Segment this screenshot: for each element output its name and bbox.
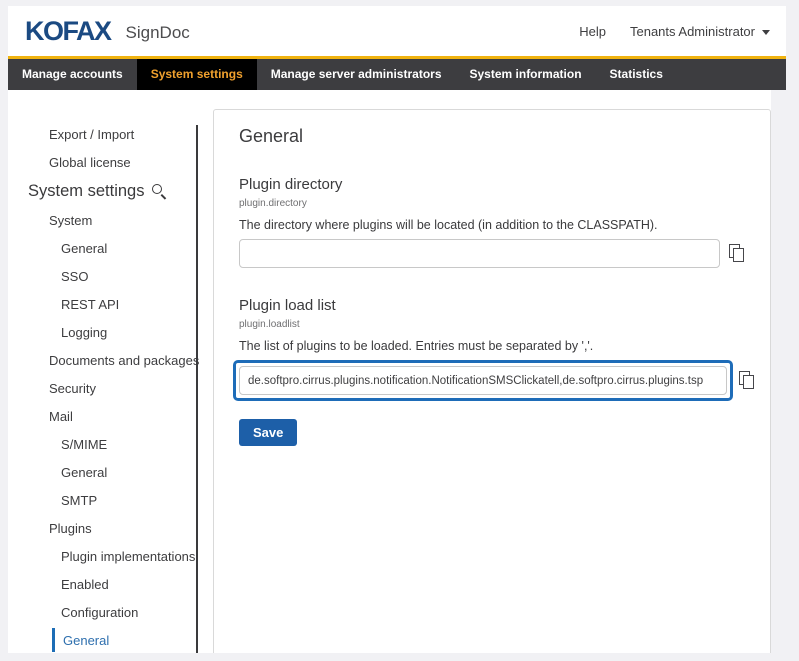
sidebar-item-label: SMTP <box>61 493 97 508</box>
section-plugin-directory: Plugin directory plugin.directory The di… <box>239 176 746 268</box>
plugin-loadlist-input[interactable] <box>239 366 727 395</box>
sidebar-item-plugins[interactable]: Plugins <box>8 514 198 542</box>
sidebar-item-label: General <box>61 241 107 256</box>
nav-item-manage-server-administrators[interactable]: Manage server administrators <box>257 59 456 90</box>
sidebar-item-general[interactable]: General <box>8 234 198 262</box>
sidebar-item-configuration[interactable]: Configuration <box>8 598 198 626</box>
sidebar-item-label: Logging <box>61 325 107 340</box>
sidebar-item-label: System settings <box>28 182 144 201</box>
field-row <box>239 360 746 401</box>
sidebar-item-label: S/MIME <box>61 437 107 452</box>
sidebar-item-export-import[interactable]: Export / Import <box>8 120 198 148</box>
sidebar-item-label: General <box>61 465 107 480</box>
save-button[interactable]: Save <box>239 419 297 446</box>
sidebar-item-label: REST API <box>61 297 119 312</box>
sidebar-item-system[interactable]: System <box>8 206 198 234</box>
sidebar-item-rest-api[interactable]: REST API <box>8 290 198 318</box>
app-header: KOFAX SignDoc Help Tenants Administrator <box>8 6 786 56</box>
section-plugin-load-list: Plugin load list plugin.loadlist The lis… <box>239 297 746 401</box>
sidebar-item-enabled[interactable]: Enabled <box>8 570 198 598</box>
section-heading: Plugin load list <box>239 297 746 314</box>
section-description: The directory where plugins will be loca… <box>239 218 746 232</box>
field-row <box>239 239 746 268</box>
sidebar-item-label: Export / Import <box>49 127 134 142</box>
sidebar-item-mail[interactable]: Mail <box>8 402 198 430</box>
kofax-logo: KOFAX <box>25 6 111 56</box>
page-title: General <box>239 126 746 147</box>
sidebar-item-global-license[interactable]: Global license <box>8 148 198 176</box>
sidebar-item-label: Documents and packages <box>49 353 199 368</box>
sidebar-item-plugin-implementations[interactable]: Plugin implementations <box>8 542 198 570</box>
section-description: The list of plugins to be loaded. Entrie… <box>239 339 746 353</box>
sidebar-item-general[interactable]: General <box>8 458 198 486</box>
sidebar-item-label: General <box>63 633 109 648</box>
sidebar-item-general[interactable]: General <box>8 626 198 653</box>
sidebar-item-label: Configuration <box>61 605 138 620</box>
main-area: General Plugin directory plugin.director… <box>198 90 786 653</box>
sidebar-item-security[interactable]: Security <box>8 374 198 402</box>
user-menu[interactable]: Tenants Administrator <box>630 24 770 39</box>
main-nav: Manage accountsSystem settingsManage ser… <box>8 59 786 90</box>
sidebar-item-documents-and-packages[interactable]: Documents and packages <box>8 346 198 374</box>
sidebar-item-label: Global license <box>49 155 131 170</box>
nav-item-system-information[interactable]: System information <box>456 59 596 90</box>
focus-ring <box>233 360 733 401</box>
sidebar-item-label: System <box>49 213 92 228</box>
header-right: Help Tenants Administrator <box>579 24 770 39</box>
sidebar-item-label: Plugin implementations <box>61 549 195 564</box>
help-link[interactable]: Help <box>579 24 606 39</box>
sidebar-item-smtp[interactable]: SMTP <box>8 486 198 514</box>
app-window: KOFAX SignDoc Help Tenants Administrator… <box>8 6 786 653</box>
section-heading: Plugin directory <box>239 176 746 193</box>
section-key: plugin.loadlist <box>239 319 746 330</box>
nav-item-system-settings[interactable]: System settings <box>137 59 257 90</box>
settings-panel: General Plugin directory plugin.director… <box>213 109 771 653</box>
sidebar-item-label: Mail <box>49 409 73 424</box>
chevron-down-icon <box>762 30 770 35</box>
settings-sidebar: Export / Import Global license System sett… <box>8 90 198 653</box>
nav-item-statistics[interactable]: Statistics <box>596 59 677 90</box>
nav-item-manage-accounts[interactable]: Manage accounts <box>8 59 137 90</box>
search-icon[interactable] <box>151 183 167 199</box>
sidebar-item-sso[interactable]: SSO <box>8 262 198 290</box>
product-name: SignDoc <box>126 23 190 43</box>
sidebar-item-logging[interactable]: Logging <box>8 318 198 346</box>
sidebar-item-label: Plugins <box>49 521 92 536</box>
sidebar-item-system-settings[interactable]: System settings <box>8 176 198 206</box>
user-menu-label: Tenants Administrator <box>630 24 755 39</box>
sidebar-item-label: Security <box>49 381 96 396</box>
section-key: plugin.directory <box>239 198 746 209</box>
content-body: Export / Import Global license System sett… <box>8 90 786 653</box>
copy-icon[interactable] <box>729 244 746 263</box>
copy-icon[interactable] <box>739 371 756 390</box>
sidebar-item-label: SSO <box>61 269 88 284</box>
plugin-directory-input[interactable] <box>239 239 720 268</box>
sidebar-item-label: Enabled <box>61 577 109 592</box>
sidebar-item-s-mime[interactable]: S/MIME <box>8 430 198 458</box>
